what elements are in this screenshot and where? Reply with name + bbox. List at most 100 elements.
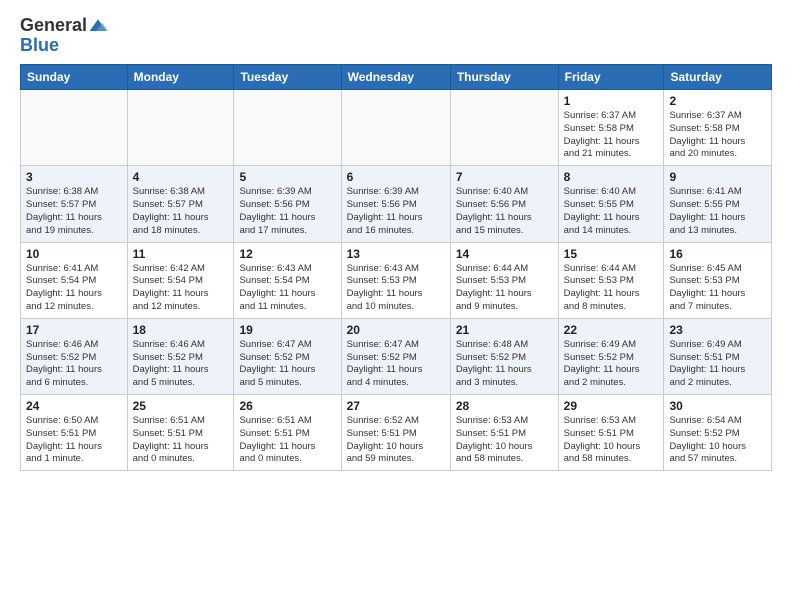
day-number: 3 [26,170,122,184]
day-info: Sunrise: 6:41 AMSunset: 5:55 PMDaylight:… [669,186,766,237]
calendar-cell: 28 Sunrise: 6:53 AMSunset: 5:51 PMDayligh… [450,395,558,471]
calendar-table: SundayMondayTuesdayWednesdayThursdayFrid… [20,64,772,471]
day-info: Sunrise: 6:37 AMSunset: 5:58 PMDaylight:… [564,110,659,161]
day-number: 14 [456,247,553,261]
calendar-cell: 14 Sunrise: 6:44 AMSunset: 5:53 PMDayligh… [450,242,558,318]
calendar-cell: 20Sunrise: 6:47 AMSunset: 5:52 PMDayligh… [341,318,450,394]
calendar-cell [450,90,558,166]
day-number: 25 [133,399,229,413]
calendar-cell: 21Sunrise: 6:48 AMSunset: 5:52 PMDayligh… [450,318,558,394]
calendar-cell [21,90,128,166]
calendar-cell: 26Sunrise: 6:51 AMSunset: 5:51 PMDayligh… [234,395,341,471]
calendar-cell: 3Sunrise: 6:38 AMSunset: 5:57 PMDaylight… [21,166,128,242]
calendar-cell: 13 Sunrise: 6:43 AMSunset: 5:53 PMDayligh… [341,242,450,318]
day-number: 11 [133,247,229,261]
weekday-header-row: SundayMondayTuesdayWednesdayThursdayFrid… [21,65,772,90]
day-number: 6 [347,170,445,184]
day-info: Sunrise: 6:47 AMSunset: 5:52 PMDaylight:… [347,339,445,390]
calendar-cell: 19 Sunrise: 6:47 AMSunset: 5:52 PMDayligh… [234,318,341,394]
calendar-page: General Blue SundayMondayTuesdayWednesda… [0,0,792,487]
day-number: 4 [133,170,229,184]
calendar-cell: 9 Sunrise: 6:41 AMSunset: 5:55 PMDaylight… [664,166,772,242]
day-number: 30 [669,399,766,413]
calendar-cell: 25Sunrise: 6:51 AMSunset: 5:51 PMDayligh… [127,395,234,471]
week-row-0: 1 Sunrise: 6:37 AMSunset: 5:58 PMDaylight… [21,90,772,166]
day-info: Sunrise: 6:49 AMSunset: 5:51 PMDaylight:… [669,339,766,390]
day-number: 28 [456,399,553,413]
day-info: Sunrise: 6:43 AMSunset: 5:54 PMDaylight:… [239,263,335,314]
week-row-2: 10 Sunrise: 6:41 AMSunset: 5:54 PMDayligh… [21,242,772,318]
logo: General Blue [20,16,108,56]
day-info: Sunrise: 6:53 AMSunset: 5:51 PMDaylight:… [564,415,659,466]
calendar-cell: 2 Sunrise: 6:37 AMSunset: 5:58 PMDaylight… [664,90,772,166]
day-info: Sunrise: 6:37 AMSunset: 5:58 PMDaylight:… [669,110,766,161]
day-number: 19 [239,323,335,337]
day-number: 15 [564,247,659,261]
calendar-cell: 5 Sunrise: 6:39 AMSunset: 5:56 PMDaylight… [234,166,341,242]
day-info: Sunrise: 6:46 AMSunset: 5:52 PMDaylight:… [26,339,122,390]
day-info: Sunrise: 6:45 AMSunset: 5:53 PMDaylight:… [669,263,766,314]
day-number: 1 [564,94,659,108]
day-info: Sunrise: 6:43 AMSunset: 5:53 PMDaylight:… [347,263,445,314]
weekday-header-monday: Monday [127,65,234,90]
calendar-cell: 15 Sunrise: 6:44 AMSunset: 5:53 PMDayligh… [558,242,664,318]
day-info: Sunrise: 6:42 AMSunset: 5:54 PMDaylight:… [133,263,229,314]
weekday-header-saturday: Saturday [664,65,772,90]
calendar-cell: 10 Sunrise: 6:41 AMSunset: 5:54 PMDayligh… [21,242,128,318]
calendar-cell: 17Sunrise: 6:46 AMSunset: 5:52 PMDayligh… [21,318,128,394]
logo-general: General [20,15,87,35]
day-info: Sunrise: 6:39 AMSunset: 5:56 PMDaylight:… [347,186,445,237]
calendar-cell: 22Sunrise: 6:49 AMSunset: 5:52 PMDayligh… [558,318,664,394]
day-number: 2 [669,94,766,108]
calendar-cell: 16 Sunrise: 6:45 AMSunset: 5:53 PMDayligh… [664,242,772,318]
day-info: Sunrise: 6:39 AMSunset: 5:56 PMDaylight:… [239,186,335,237]
day-number: 26 [239,399,335,413]
day-info: Sunrise: 6:40 AMSunset: 5:55 PMDaylight:… [564,186,659,237]
calendar-cell [127,90,234,166]
day-number: 18 [133,323,229,337]
day-info: Sunrise: 6:50 AMSunset: 5:51 PMDaylight:… [26,415,122,466]
week-row-1: 3Sunrise: 6:38 AMSunset: 5:57 PMDaylight… [21,166,772,242]
calendar-cell: 11 Sunrise: 6:42 AMSunset: 5:54 PMDayligh… [127,242,234,318]
day-info: Sunrise: 6:46 AMSunset: 5:52 PMDaylight:… [133,339,229,390]
day-number: 27 [347,399,445,413]
week-row-4: 24 Sunrise: 6:50 AMSunset: 5:51 PMDayligh… [21,395,772,471]
day-number: 10 [26,247,122,261]
day-info: Sunrise: 6:48 AMSunset: 5:52 PMDaylight:… [456,339,553,390]
day-number: 7 [456,170,553,184]
day-number: 5 [239,170,335,184]
day-info: Sunrise: 6:44 AMSunset: 5:53 PMDaylight:… [456,263,553,314]
day-info: Sunrise: 6:52 AMSunset: 5:51 PMDaylight:… [347,415,445,466]
calendar-cell: 29 Sunrise: 6:53 AMSunset: 5:51 PMDayligh… [558,395,664,471]
weekday-header-wednesday: Wednesday [341,65,450,90]
calendar-cell: 4Sunrise: 6:38 AMSunset: 5:57 PMDaylight… [127,166,234,242]
week-row-3: 17Sunrise: 6:46 AMSunset: 5:52 PMDayligh… [21,318,772,394]
day-number: 8 [564,170,659,184]
calendar-cell: 12Sunrise: 6:43 AMSunset: 5:54 PMDayligh… [234,242,341,318]
day-info: Sunrise: 6:44 AMSunset: 5:53 PMDaylight:… [564,263,659,314]
day-info: Sunrise: 6:54 AMSunset: 5:52 PMDaylight:… [669,415,766,466]
calendar-cell: 24 Sunrise: 6:50 AMSunset: 5:51 PMDayligh… [21,395,128,471]
weekday-header-thursday: Thursday [450,65,558,90]
day-number: 24 [26,399,122,413]
day-number: 9 [669,170,766,184]
weekday-header-sunday: Sunday [21,65,128,90]
day-info: Sunrise: 6:41 AMSunset: 5:54 PMDaylight:… [26,263,122,314]
day-info: Sunrise: 6:53 AMSunset: 5:51 PMDaylight:… [456,415,553,466]
calendar-cell [341,90,450,166]
calendar-cell: 27 Sunrise: 6:52 AMSunset: 5:51 PMDayligh… [341,395,450,471]
calendar-cell: 6 Sunrise: 6:39 AMSunset: 5:56 PMDaylight… [341,166,450,242]
weekday-header-friday: Friday [558,65,664,90]
day-number: 13 [347,247,445,261]
calendar-cell: 23 Sunrise: 6:49 AMSunset: 5:51 PMDayligh… [664,318,772,394]
day-number: 29 [564,399,659,413]
calendar-cell: 30 Sunrise: 6:54 AMSunset: 5:52 PMDayligh… [664,395,772,471]
calendar-cell: 1 Sunrise: 6:37 AMSunset: 5:58 PMDaylight… [558,90,664,166]
day-info: Sunrise: 6:47 AMSunset: 5:52 PMDaylight:… [239,339,335,390]
day-number: 23 [669,323,766,337]
calendar-cell: 7Sunrise: 6:40 AMSunset: 5:56 PMDaylight… [450,166,558,242]
day-info: Sunrise: 6:49 AMSunset: 5:52 PMDaylight:… [564,339,659,390]
weekday-header-tuesday: Tuesday [234,65,341,90]
calendar-cell: 8 Sunrise: 6:40 AMSunset: 5:55 PMDaylight… [558,166,664,242]
day-number: 16 [669,247,766,261]
